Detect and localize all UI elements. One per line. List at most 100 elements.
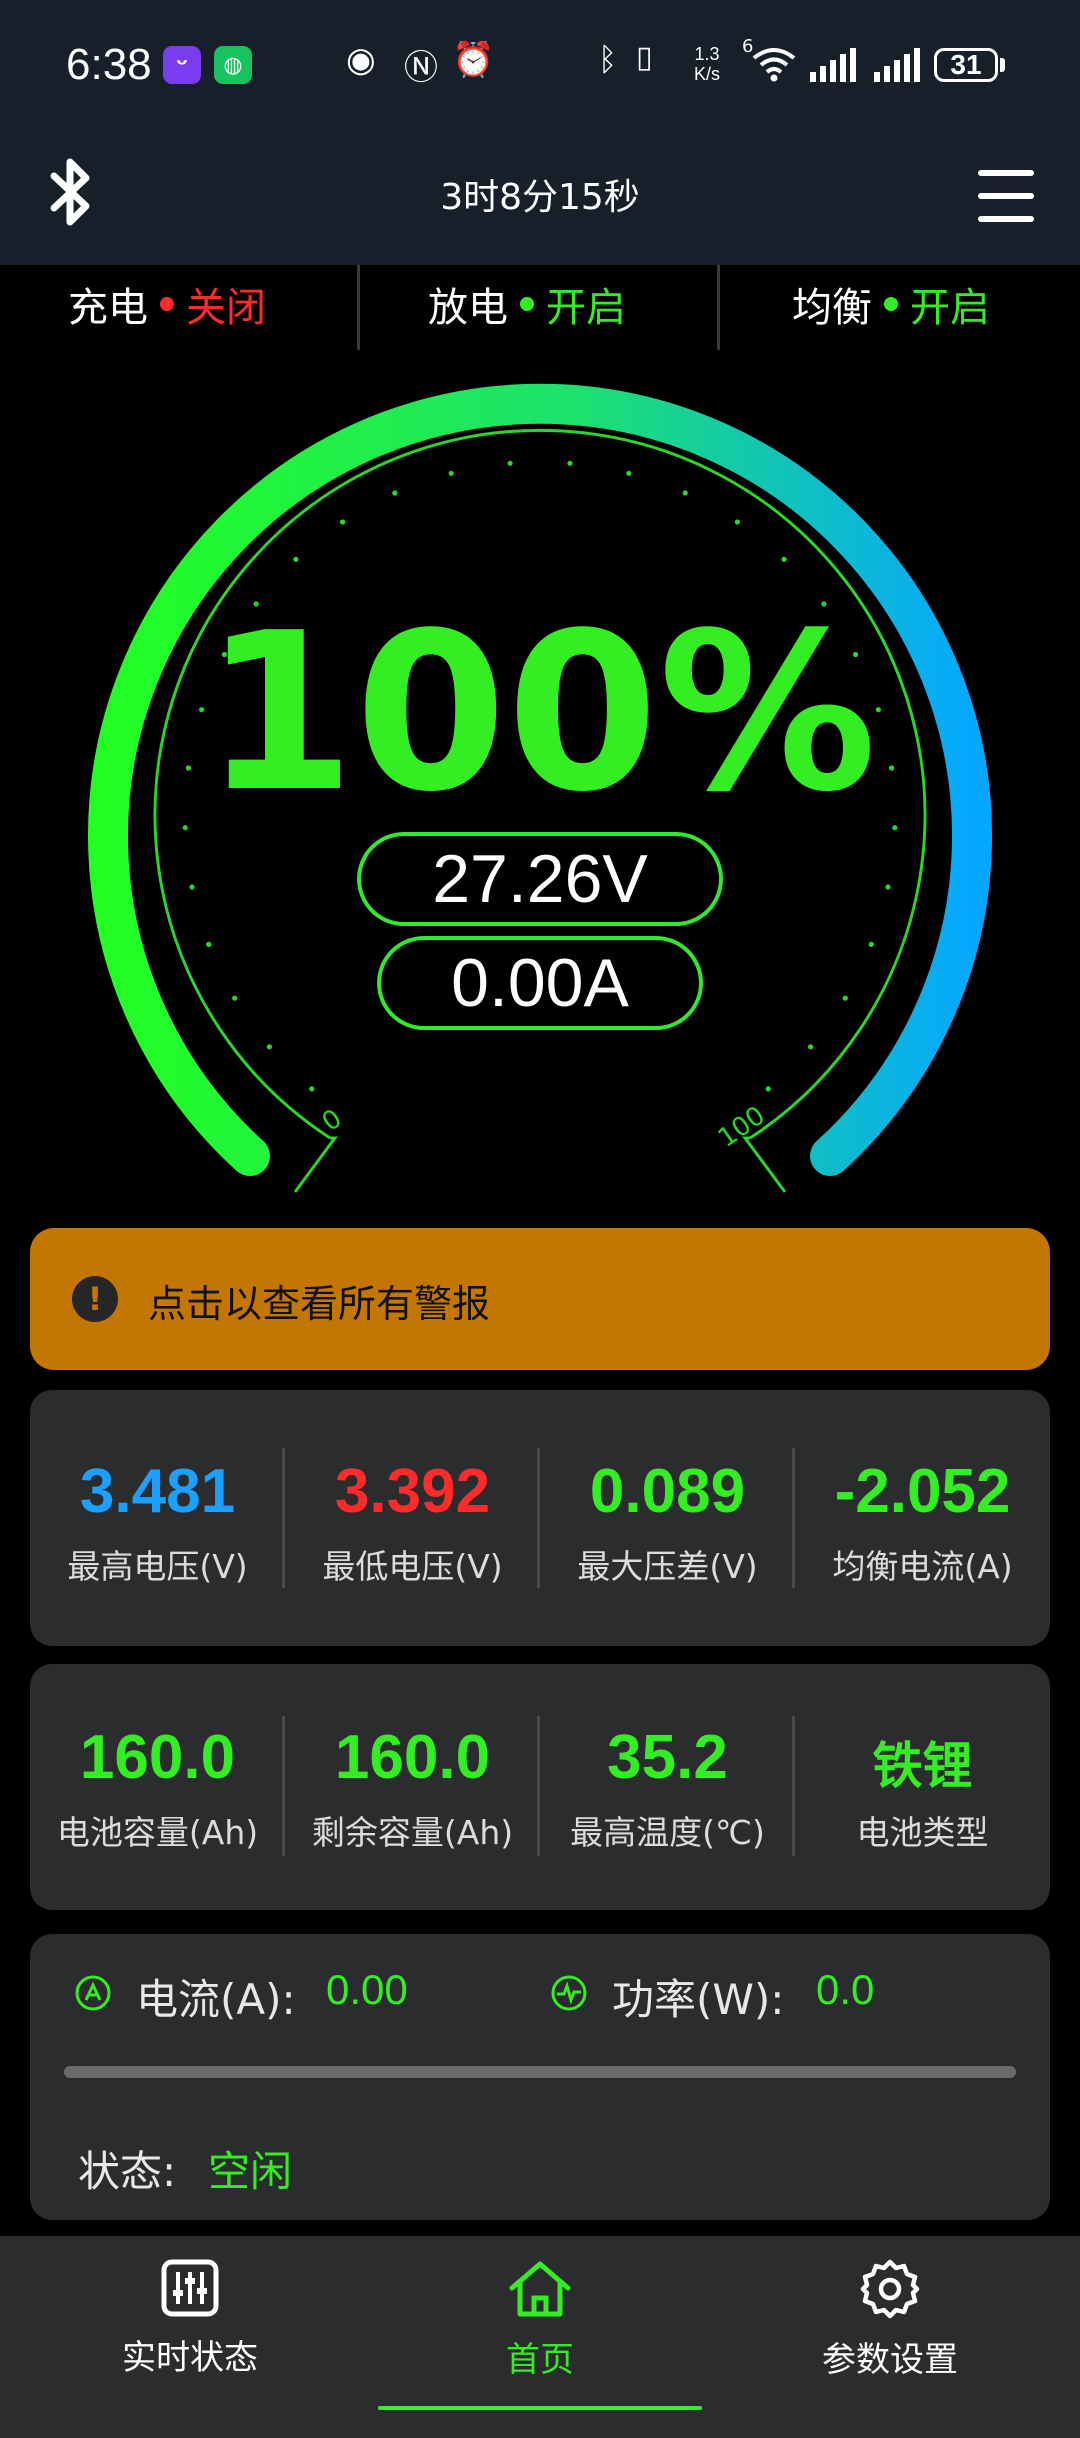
status-value: 空闲 xyxy=(208,2147,293,2196)
stat-divider xyxy=(282,1716,285,1856)
stat-divider xyxy=(537,1716,540,1856)
nav-label: 首页 xyxy=(506,2340,574,2380)
gauge-tick xyxy=(765,1086,771,1092)
page-title: 3时8分15秒 xyxy=(440,177,640,218)
flow-progress-bar xyxy=(64,2066,1016,2078)
switch-state: 开启 xyxy=(910,285,990,331)
stat-value: 铁锂 xyxy=(872,1737,973,1795)
home-icon xyxy=(509,2261,571,2317)
gauge-tick xyxy=(885,884,891,890)
battery-icon: 31 xyxy=(934,48,998,82)
gauge-tick xyxy=(567,460,573,466)
soc-percent: 100% xyxy=(203,587,877,840)
stat-min-voltage: 3.392 最低电压(V) xyxy=(285,1390,540,1646)
gauge-tick xyxy=(309,1086,315,1092)
stat-capacity: 160.0 电池容量(Ah) xyxy=(30,1664,285,1910)
stat-divider xyxy=(792,1448,795,1588)
stat-value: -2.052 xyxy=(834,1457,1011,1526)
pack-stats-card: 160.0 电池容量(Ah) 160.0 剩余容量(Ah) 35.2 最高温度(… xyxy=(30,1664,1050,1910)
status-dot xyxy=(884,297,898,311)
bluetooth-icon: ᛒ xyxy=(598,40,618,78)
wifi-icon xyxy=(752,48,796,82)
current-icon xyxy=(75,1975,111,2011)
stat-label: 均衡电流(A) xyxy=(832,1547,1013,1586)
signal-icon xyxy=(810,48,856,82)
eye-icon: ◉ xyxy=(346,40,376,80)
nfc-icon: Ⓝ xyxy=(404,48,438,88)
gear-icon xyxy=(860,2259,920,2319)
stat-max-voltage: 3.481 最高电压(V) xyxy=(30,1390,285,1646)
gauge-tick xyxy=(808,1044,814,1050)
gauge-tick xyxy=(266,1044,272,1050)
nav-home[interactable]: 首页 xyxy=(410,2258,670,2381)
status-dot xyxy=(160,297,174,311)
stat-divider xyxy=(792,1716,795,1856)
gauge-tick xyxy=(868,941,874,948)
switch-state: 开启 xyxy=(546,285,626,331)
stat-label: 最高温度(℃) xyxy=(570,1813,765,1852)
gauge-max-label: 100 xyxy=(713,1101,771,1154)
gauge-tick xyxy=(507,460,513,466)
sliders-icon xyxy=(161,2259,219,2317)
gauge-tick xyxy=(448,470,454,476)
network-speed: 1.3 K/s xyxy=(694,44,721,84)
stat-max-diff: 0.089 最大压差(V) xyxy=(540,1390,795,1646)
voltage-pill: 27.26V xyxy=(357,832,723,926)
stat-label: 最大压差(V) xyxy=(577,1547,758,1586)
power-value: 0.0 xyxy=(816,1966,875,2013)
stat-label: 电池容量(Ah) xyxy=(56,1813,259,1852)
gauge-notch-left xyxy=(293,1136,338,1193)
alert-text: 点击以查看所有警报 xyxy=(148,1282,491,1326)
gauge-tick xyxy=(206,941,212,948)
alert-banner[interactable]: ! 点击以查看所有警报 xyxy=(30,1228,1050,1370)
switch-divider xyxy=(357,265,360,350)
stat-label: 最高电压(V) xyxy=(67,1547,248,1586)
gauge-tick xyxy=(392,490,398,496)
nav-label: 参数设置 xyxy=(822,2340,958,2380)
status-dot xyxy=(520,297,534,311)
battery-nub xyxy=(1000,58,1005,72)
signal-icon xyxy=(874,48,920,82)
gauge-tick xyxy=(734,519,741,525)
alarm-icon: ⏰ xyxy=(452,40,495,80)
stat-value: 160.0 xyxy=(334,1723,491,1792)
stat-divider xyxy=(537,1448,540,1588)
stat-label: 最低电压(V) xyxy=(322,1547,503,1586)
discharge-switch[interactable]: 放电 开启 xyxy=(428,275,626,333)
nav-label: 实时状态 xyxy=(122,2338,258,2378)
nav-settings[interactable]: 参数设置 xyxy=(760,2258,1020,2381)
switch-status-row: 充电 关闭 放电 开启 均衡 开启 xyxy=(0,265,1080,350)
stat-max-temp: 35.2 最高温度(℃) xyxy=(540,1664,795,1910)
vibrate-icon: ▯ xyxy=(636,40,653,75)
app-badge-icon: ᵕ xyxy=(163,46,201,84)
balance-switch[interactable]: 均衡 开启 xyxy=(792,275,990,333)
menu-icon[interactable] xyxy=(978,170,1034,222)
power-icon xyxy=(551,1975,587,2011)
warning-icon: ! xyxy=(72,1276,118,1322)
gauge-tick xyxy=(626,470,632,476)
gauge-notch-right xyxy=(742,1136,787,1193)
gauge-tick xyxy=(682,490,688,496)
stat-battery-type: 铁锂 电池类型 xyxy=(795,1664,1050,1910)
switch-label: 充电 xyxy=(68,285,148,331)
switch-state: 关闭 xyxy=(186,285,266,331)
stat-remaining: 160.0 剩余容量(Ah) xyxy=(285,1664,540,1910)
gauge-tick xyxy=(293,556,299,562)
stat-value: 35.2 xyxy=(607,1723,728,1792)
nav-realtime[interactable]: 实时状态 xyxy=(60,2258,320,2379)
wechat-icon: ◍ xyxy=(214,46,252,84)
stat-value: 3.481 xyxy=(79,1457,236,1526)
switch-divider xyxy=(717,265,720,350)
power-label: 功率(W): xyxy=(612,1975,785,2024)
stat-label: 电池类型 xyxy=(856,1813,989,1852)
stat-value: 3.392 xyxy=(334,1457,491,1526)
status-bar: 6:38 ᵕ ◍ ◉ Ⓝ ⏰ ᛒ ▯ 1.3 K/s 6 31 xyxy=(0,0,1080,135)
gauge-tick xyxy=(842,995,848,1001)
nav-active-indicator xyxy=(378,2406,702,2410)
gauge-tick xyxy=(182,825,188,831)
stat-value: 160.0 xyxy=(79,1723,236,1792)
cell-stats-card: 3.481 最高电压(V) 3.392 最低电压(V) 0.089 最大压差(V… xyxy=(30,1390,1050,1646)
charge-switch[interactable]: 充电 关闭 xyxy=(68,275,266,333)
gauge-tick xyxy=(892,825,898,831)
gauge-tick xyxy=(781,556,787,562)
